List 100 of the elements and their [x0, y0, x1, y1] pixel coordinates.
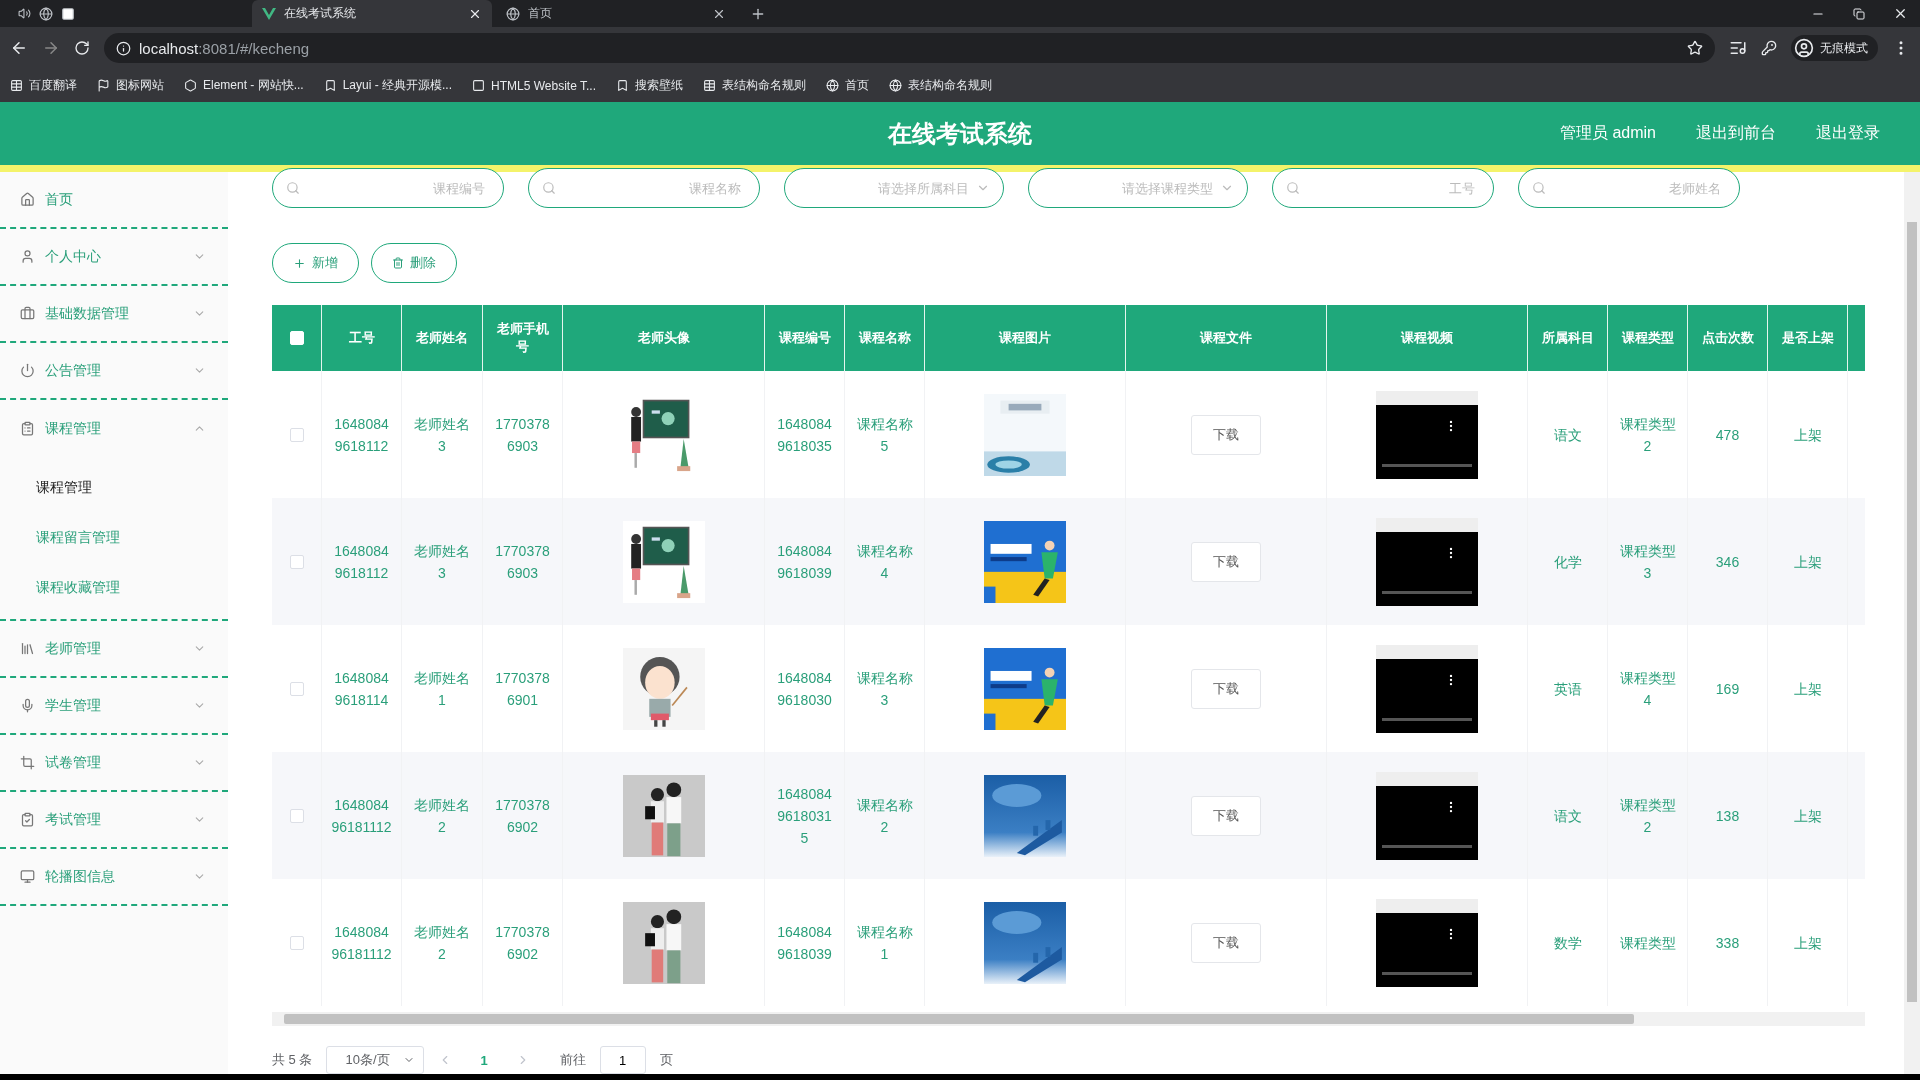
page-input[interactable]: 1	[599, 1046, 646, 1074]
bookmark[interactable]: HTML5 Website T...	[472, 78, 596, 93]
forward-icon[interactable]	[42, 39, 60, 57]
table-cell-text: 164808496181112	[330, 922, 393, 964]
plus-icon	[293, 256, 306, 270]
sidebar-subitem[interactable]: 课程管理	[0, 463, 228, 513]
bookmark[interactable]: Layui - 经典开源模...	[323, 77, 453, 94]
video-player[interactable]	[1376, 771, 1478, 860]
table-cell-text: 17703786903	[494, 414, 551, 456]
checkbox[interactable]	[289, 427, 304, 442]
back-icon[interactable]	[10, 39, 28, 57]
total-count: 共 5 条	[272, 1051, 313, 1069]
home-icon	[20, 192, 35, 207]
books-icon	[20, 641, 35, 656]
bookmark[interactable]: 首页	[826, 77, 869, 94]
v-logo-icon	[262, 6, 276, 21]
search-field[interactable]: 课程名称	[528, 168, 760, 208]
globe-icon[interactable]	[39, 6, 53, 21]
search-field[interactable]: 工号	[1272, 168, 1494, 208]
table-cell-text: 老师姓名3	[413, 541, 471, 583]
search-field[interactable]: 老师姓名	[1518, 168, 1740, 208]
trash-icon	[392, 257, 404, 269]
checkbox[interactable]	[289, 808, 304, 823]
table-cell-text: 课程类型2	[1618, 414, 1677, 456]
select-field[interactable]: 请选择所属科目	[784, 168, 1004, 208]
select-field[interactable]: 请选择课程类型	[1028, 168, 1248, 208]
table-cell-text: 17703786902	[494, 795, 551, 837]
user-label: 管理员 admin	[1559, 123, 1656, 143]
page-size-select[interactable]: 10条/页	[326, 1046, 425, 1074]
table-cell-text: 17703786901	[494, 668, 551, 710]
download-button[interactable]: 下载	[1191, 541, 1261, 582]
close-icon[interactable]	[1893, 6, 1908, 21]
window-icon[interactable]	[61, 6, 75, 21]
column-header: 课程视频	[1401, 329, 1453, 347]
table-cell-text: 上架	[1793, 552, 1822, 572]
search-icon	[1532, 181, 1546, 195]
table-cell-text: 课程名称1	[855, 922, 914, 964]
table-cell-text: 17703786903	[494, 541, 551, 583]
table-cell-text: 课程名称4	[855, 541, 914, 583]
video-player[interactable]	[1376, 898, 1478, 987]
download-button[interactable]: 下载	[1191, 414, 1261, 455]
table-cell-text: 上架	[1793, 679, 1822, 699]
table-cell-text: 数学	[1553, 933, 1582, 953]
bookmark[interactable]: 搜索壁纸	[616, 77, 683, 94]
playlist-icon[interactable]	[1729, 39, 1747, 57]
download-button[interactable]: 下载	[1191, 668, 1261, 709]
table-cell-text: 16480849618035	[776, 414, 833, 456]
delete-button[interactable]: 删除	[371, 243, 457, 283]
download-button[interactable]: 下载	[1191, 795, 1261, 836]
search-icon	[286, 181, 300, 195]
video-player[interactable]	[1376, 644, 1478, 733]
column-header: 课程编号	[778, 329, 831, 347]
star-icon[interactable]	[1687, 40, 1703, 56]
table-cell-text: 老师姓名1	[413, 668, 471, 710]
table-cell-text: 语文	[1553, 806, 1582, 826]
table-cell-text: 16480849618112	[333, 414, 390, 456]
table-cell-text: 课程类型	[1619, 933, 1676, 953]
bookmark[interactable]: 百度翻译	[10, 77, 77, 94]
video-player[interactable]	[1376, 390, 1478, 479]
table-cell-text: 课程名称5	[855, 414, 914, 456]
table-cell-text: 课程类型4	[1618, 668, 1677, 710]
video-player[interactable]	[1376, 517, 1478, 606]
scrollbar[interactable]	[284, 1014, 1634, 1024]
checkbox[interactable]	[289, 681, 304, 696]
table-cell-text: 478	[1715, 425, 1740, 445]
app-title: 在线考试系统	[888, 118, 1032, 149]
scrollbar[interactable]	[1907, 222, 1917, 1002]
search-field[interactable]: 课程编号	[272, 168, 504, 208]
column-header: 课程名称	[858, 329, 911, 347]
bookmark[interactable]: 表结构命名规则	[703, 77, 806, 94]
column-header: 是否上架	[1781, 329, 1834, 347]
table-cell-text: 上架	[1793, 806, 1822, 826]
goto-label: 前往	[559, 1051, 586, 1069]
bookmark[interactable]: 表结构命名规则	[889, 77, 992, 94]
table-cell-text: 17703786902	[494, 922, 551, 964]
briefcase-icon	[20, 306, 35, 321]
reload-icon[interactable]	[74, 40, 90, 56]
table-cell-text: 16480849618039	[776, 922, 833, 964]
column-header: 老师手机号	[495, 320, 550, 356]
browser-tab[interactable]: 在线考试系统	[252, 0, 492, 27]
download-button[interactable]: 下载	[1191, 922, 1261, 963]
column-header: 课程文件	[1200, 329, 1252, 347]
address-bar[interactable]: localhost:8081/#/kecheng	[104, 33, 1715, 63]
add-button[interactable]: 新增	[272, 243, 359, 283]
column-header: 课程类型	[1621, 329, 1674, 347]
column-header: 课程图片	[999, 329, 1051, 347]
clipboard-icon	[20, 421, 35, 436]
key-icon[interactable]	[1761, 40, 1777, 56]
restore-icon[interactable]	[1853, 7, 1865, 20]
checkbox[interactable]	[289, 935, 304, 950]
profile-button[interactable]: 无痕模式	[1791, 35, 1878, 61]
browser-tab[interactable]: 首页	[496, 0, 736, 27]
speaker-icon[interactable]	[18, 7, 31, 20]
table-cell-text: 164808496181112	[330, 795, 393, 837]
table-cell-text: 346	[1715, 552, 1740, 572]
bookmark[interactable]: Element - 网站快...	[184, 77, 304, 94]
user-icon	[20, 249, 35, 264]
table-cell-text: 169	[1715, 679, 1740, 699]
bookmark[interactable]: 图标网站	[97, 77, 164, 94]
checkbox[interactable]	[289, 554, 304, 569]
